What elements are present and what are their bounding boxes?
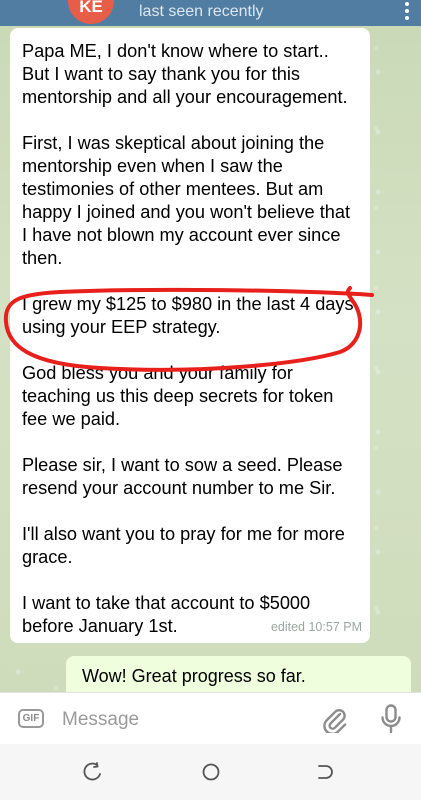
system-nav-bar — [0, 744, 421, 800]
microphone-icon[interactable] — [380, 704, 402, 734]
message-composer: GIF — [0, 692, 421, 745]
message-paragraph: Please sir, I want to sow a seed. Please… — [22, 455, 343, 498]
message-paragraph: First, I was skeptical about joining the… — [22, 133, 351, 268]
message-paragraph: I'll also want you to pray for me for mo… — [22, 524, 345, 567]
message-paragraph-highlighted: I grew my $125 to $980 in the last 4 day… — [22, 294, 354, 337]
message-timestamp: edited 10:57 PM — [270, 620, 362, 634]
home-icon[interactable] — [200, 761, 222, 783]
avatar-initials: KE — [79, 0, 103, 16]
incoming-message-bubble[interactable]: Papa ME, I don't know where to start.. B… — [10, 28, 370, 643]
back-icon[interactable] — [314, 761, 336, 783]
message-paragraph: God bless you and your family for teachi… — [22, 363, 334, 429]
message-paragraph: Papa ME, I don't know where to start.. B… — [22, 41, 348, 107]
chat-header[interactable]: KE last seen recently — [0, 0, 421, 26]
recents-icon[interactable] — [82, 761, 104, 783]
more-vert-icon[interactable] — [405, 2, 409, 23]
message-input[interactable] — [60, 703, 314, 737]
paperclip-icon[interactable] — [321, 705, 347, 733]
outgoing-message-text: Wow! Great progress so far. — [82, 666, 306, 686]
last-seen-status: last seen recently — [139, 3, 264, 20]
avatar[interactable]: KE — [68, 0, 114, 24]
gif-button[interactable]: GIF — [18, 709, 44, 728]
